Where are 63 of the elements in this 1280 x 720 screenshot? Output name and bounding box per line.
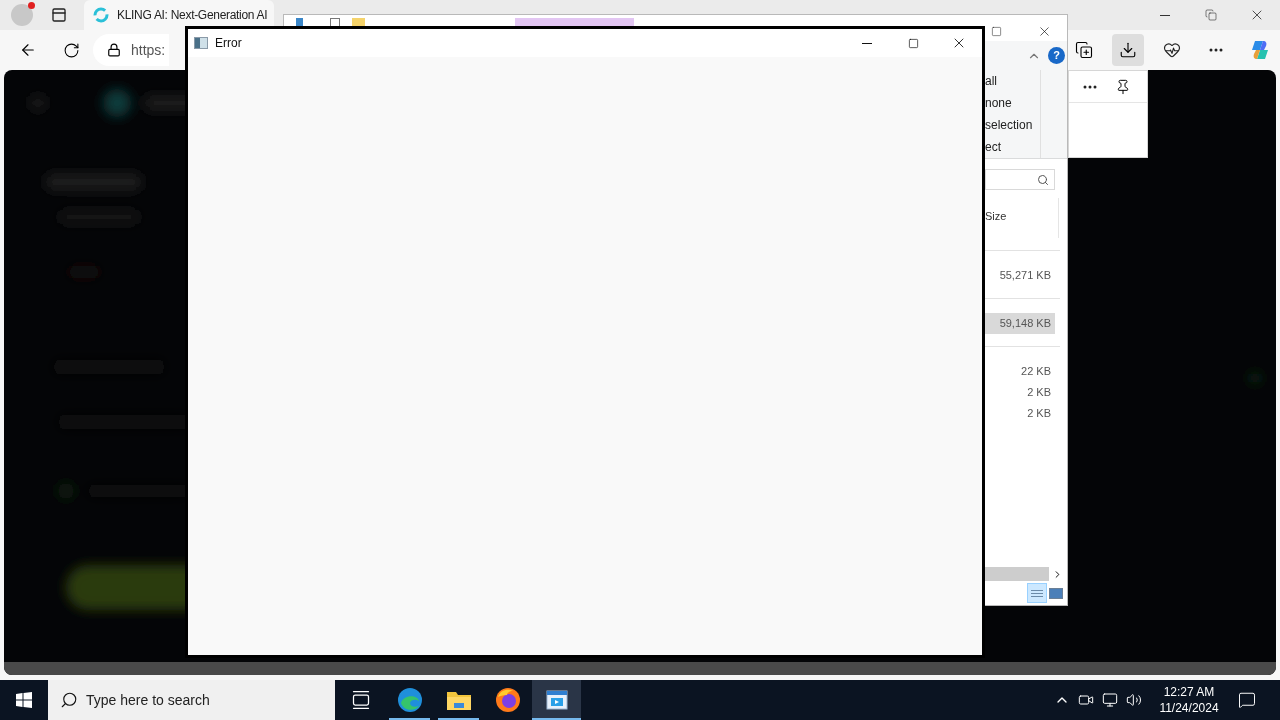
- minimize-icon: [862, 42, 872, 44]
- browser-tab[interactable]: KLING AI: Next-Generation AI: [84, 0, 274, 30]
- ribbon-command[interactable]: ect: [985, 136, 1040, 158]
- file-size: 22 KB: [1021, 364, 1051, 380]
- window-app-icon: [194, 37, 208, 49]
- scrollbar-thumb[interactable]: [985, 567, 1049, 581]
- search-icon: [60, 691, 78, 709]
- pin-icon[interactable]: [1115, 78, 1131, 95]
- collections-icon: [1075, 41, 1093, 59]
- swirl-logo-icon: [93, 7, 109, 23]
- address-field[interactable]: https:: [93, 34, 169, 66]
- tab-actions-icon[interactable]: [51, 7, 67, 23]
- edge-logo-icon: [396, 687, 423, 713]
- quick-access-icon: [296, 18, 303, 27]
- clock[interactable]: 12:27 AM 11/24/2024: [1154, 684, 1224, 716]
- search-icon: [1037, 173, 1049, 186]
- search-field[interactable]: Type here to search: [48, 680, 335, 720]
- details-view-icon[interactable]: [1027, 583, 1047, 603]
- folder-icon: [352, 18, 365, 27]
- profile-avatar[interactable]: [11, 4, 33, 26]
- camera-icon[interactable]: [1078, 692, 1094, 708]
- firefox-logo-icon: [494, 687, 521, 713]
- help-button[interactable]: ?: [1048, 47, 1065, 64]
- task-view-icon: [350, 690, 371, 710]
- windows-logo-icon: [16, 692, 32, 708]
- folder-icon: [445, 689, 472, 711]
- maximize-icon: [990, 25, 1002, 37]
- more-icon: [1083, 84, 1097, 89]
- heart-pulse-icon: [1163, 41, 1181, 59]
- search-field[interactable]: [985, 169, 1055, 190]
- lock-icon: [107, 43, 121, 57]
- tab-title: KLING AI: Next-Generation AI: [117, 7, 268, 24]
- file-size: 55,271 KB: [999, 268, 1051, 284]
- back-icon: [19, 41, 37, 59]
- network-icon[interactable]: [1102, 692, 1118, 708]
- more-icon: [1209, 48, 1223, 52]
- copilot-logo-icon: [1249, 39, 1271, 61]
- window-app-icon: [544, 688, 569, 712]
- ribbon-command[interactable]: none: [985, 92, 1040, 114]
- toolbar-button[interactable]: [1112, 34, 1144, 66]
- file-row[interactable]: 55,271 KB: [985, 265, 1055, 286]
- file-row[interactable]: 59,148 KB: [985, 313, 1055, 334]
- window-title: Error: [215, 35, 242, 52]
- search-input[interactable]: Type here to search: [86, 689, 306, 711]
- file-size: 2 KB: [1027, 385, 1051, 401]
- taskbar-app[interactable]: [532, 680, 581, 720]
- file-size: 2 KB: [1027, 406, 1051, 422]
- notifications-icon[interactable]: [1238, 691, 1256, 709]
- thumbnail-view-icon[interactable]: [1049, 587, 1063, 599]
- refresh-icon: [62, 41, 80, 59]
- minimize-icon: [1160, 14, 1170, 16]
- document-icon: [330, 18, 340, 27]
- ribbon-command[interactable]: selection: [985, 114, 1040, 136]
- file-size: 59,148 KB: [999, 316, 1051, 332]
- file-row[interactable]: 2 KB: [985, 403, 1055, 424]
- restore-icon: [1205, 9, 1217, 21]
- file-row[interactable]: 2 KB: [985, 382, 1055, 403]
- volume-icon[interactable]: [1126, 692, 1142, 708]
- ribbon-command[interactable]: all: [985, 70, 1040, 92]
- download-icon: [1119, 41, 1137, 59]
- maximize-icon: [907, 37, 919, 49]
- file-row[interactable]: 22 KB: [985, 361, 1055, 382]
- column-header[interactable]: Size: [985, 208, 1007, 225]
